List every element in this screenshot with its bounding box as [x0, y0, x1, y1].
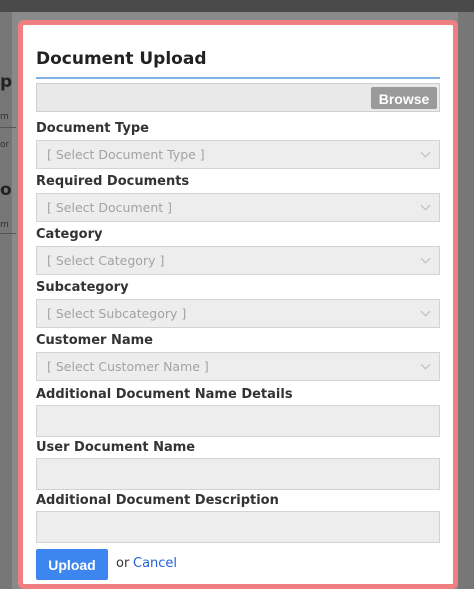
browse-button[interactable]: Browse [371, 87, 437, 109]
background-heading-fragment: p [0, 72, 13, 92]
or-text: or [116, 556, 130, 571]
additional-name-details-label: Additional Document Name Details [36, 387, 293, 402]
customer-name-select[interactable]: [ Select Customer Name ] [36, 352, 440, 381]
chevron-down-icon [420, 253, 431, 264]
file-input[interactable]: Browse [36, 83, 440, 112]
background-divider [0, 127, 16, 128]
background-header [0, 0, 474, 12]
subcategory-label: Subcategory [36, 280, 129, 295]
upload-button[interactable]: Upload [36, 549, 108, 580]
cancel-link[interactable]: Cancel [133, 556, 177, 571]
category-placeholder: [ Select Category ] [47, 253, 165, 268]
additional-name-details-input[interactable] [36, 405, 440, 437]
document-type-label: Document Type [36, 121, 149, 136]
background-right-strip [458, 12, 474, 589]
modal-body: Document Upload Browse Document Type [ S… [36, 25, 440, 584]
background-text-fragment: or [0, 140, 10, 150]
chevron-down-icon [420, 359, 431, 370]
document-upload-modal: Document Upload Browse Document Type [ S… [18, 20, 458, 589]
category-label: Category [36, 227, 103, 242]
required-documents-select[interactable]: [ Select Document ] [36, 193, 440, 222]
required-documents-placeholder: [ Select Document ] [47, 200, 172, 215]
customer-name-label: Customer Name [36, 333, 153, 348]
chevron-down-icon [420, 200, 431, 211]
additional-description-label: Additional Document Description [36, 493, 279, 508]
background-text-fragment: m [0, 220, 9, 230]
background-text-fragment: m [0, 112, 9, 122]
required-documents-label: Required Documents [36, 174, 190, 189]
title-divider [36, 77, 440, 79]
subcategory-placeholder: [ Select Subcategory ] [47, 306, 187, 321]
user-document-name-input[interactable] [36, 458, 440, 490]
subcategory-select[interactable]: [ Select Subcategory ] [36, 299, 440, 328]
chevron-down-icon [420, 306, 431, 317]
chevron-down-icon [420, 147, 431, 158]
background-left-strip [0, 12, 12, 589]
background-divider [0, 233, 16, 234]
additional-description-input[interactable] [36, 511, 440, 543]
background-heading-fragment: o [0, 180, 12, 200]
document-type-placeholder: [ Select Document Type ] [47, 147, 205, 162]
document-type-select[interactable]: [ Select Document Type ] [36, 140, 440, 169]
user-document-name-label: User Document Name [36, 440, 196, 455]
customer-name-placeholder: [ Select Customer Name ] [47, 359, 209, 374]
category-select[interactable]: [ Select Category ] [36, 246, 440, 275]
modal-title: Document Upload [36, 49, 207, 69]
